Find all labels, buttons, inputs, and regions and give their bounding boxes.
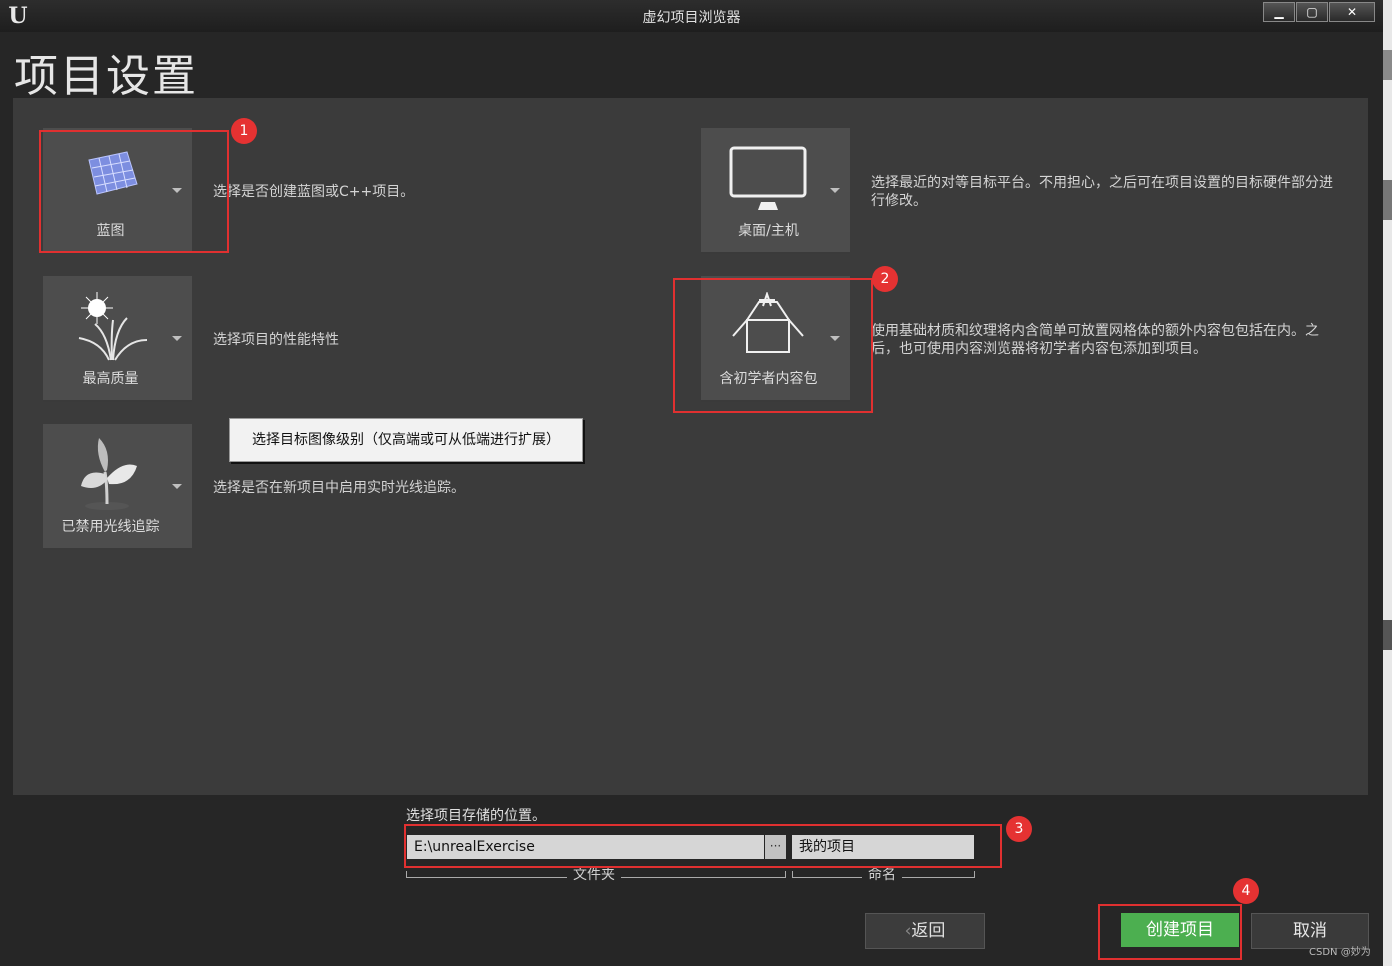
quality-selector[interactable]: 最高质量 <box>43 276 192 402</box>
annotation-badge-4: 4 <box>1233 878 1259 904</box>
platform-selector[interactable]: 桌面/主机 <box>701 128 850 254</box>
chevron-down-icon <box>172 484 182 489</box>
quality-plant-icon <box>78 292 148 361</box>
raytracing-label: 已禁用光线追踪 <box>61 519 160 535</box>
page-title: 项目设置 <box>14 51 198 102</box>
annotation-box-2 <box>673 278 873 413</box>
blueprint-description: 选择是否创建蓝图或C++项目。 <box>213 184 415 200</box>
tooltip: 选择目标图像级别（仅高端或可从低端进行扩展） <box>229 418 583 462</box>
sprout-icon <box>81 438 137 510</box>
close-icon[interactable]: ✕ <box>1329 2 1375 22</box>
title-bar[interactable]: U 虚幻项目浏览器 ▁ ▢ ✕ <box>0 0 1383 32</box>
annotation-box-4 <box>1098 904 1242 960</box>
maximize-icon[interactable]: ▢ <box>1296 2 1328 22</box>
raytracing-selector[interactable]: 已禁用光线追踪 <box>43 424 192 550</box>
starter-content-description: 使用基础材质和纹理将内含简单可放置网格体的额外内容包包括在内。之后，也可使用内容… <box>871 323 1319 357</box>
chevron-down-icon <box>172 336 182 341</box>
background-window-strip <box>1383 0 1392 966</box>
project-browser-window: U 虚幻项目浏览器 ▁ ▢ ✕ 项目设置 蓝图 选择是否创建蓝图或C++项目。 <box>0 0 1383 966</box>
location-label: 选择项目存储的位置。 <box>406 808 546 824</box>
annotation-badge-2: 2 <box>872 266 898 292</box>
annotation-box-3 <box>404 824 1002 868</box>
platform-description: 选择最近的对等目标平台。不用担心，之后可在项目设置的目标硬件部分进行修改。 <box>871 175 1333 209</box>
platform-label: 桌面/主机 <box>738 223 799 239</box>
quality-description: 选择项目的性能特性 <box>213 332 339 348</box>
window-title: 虚幻项目浏览器 <box>642 10 741 26</box>
chevron-down-icon <box>830 188 840 193</box>
annotation-badge-3: 3 <box>1006 816 1032 842</box>
monitor-icon <box>729 146 807 210</box>
quality-label: 最高质量 <box>82 371 139 387</box>
minimize-icon[interactable]: ▁ <box>1263 2 1295 22</box>
back-label: 返回 <box>911 921 946 941</box>
back-button[interactable]: ‹返回 <box>865 913 985 949</box>
window-controls: ▁ ▢ ✕ <box>1263 2 1376 22</box>
annotation-badge-1: 1 <box>231 118 257 144</box>
watermark: CSDN @妙为 <box>1309 947 1371 958</box>
annotation-box-1 <box>39 130 229 253</box>
raytracing-description: 选择是否在新项目中启用实时光线追踪。 <box>213 480 465 496</box>
